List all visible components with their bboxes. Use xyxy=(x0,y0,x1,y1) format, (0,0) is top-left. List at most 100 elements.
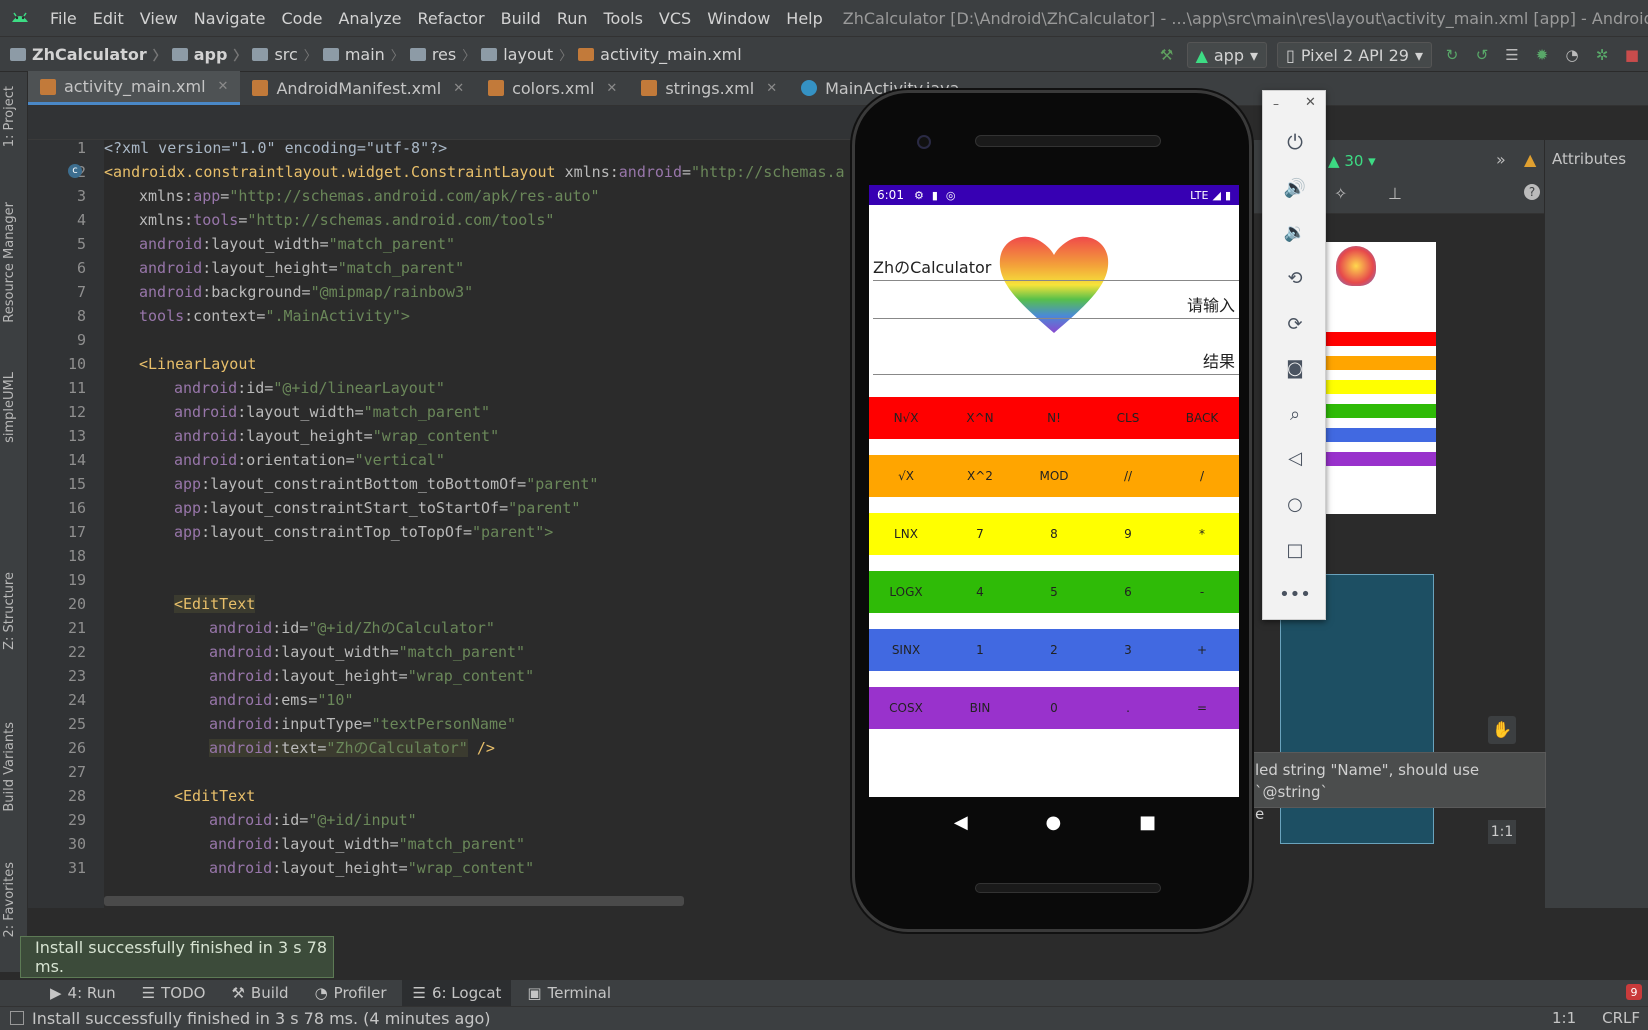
volume-up-icon[interactable]: 🔊 xyxy=(1263,173,1327,203)
calc-button[interactable]: X^N xyxy=(943,397,1017,439)
apply-changes-icon[interactable]: ↺ xyxy=(1472,45,1492,65)
recents-square-icon[interactable]: ■ xyxy=(1139,812,1156,833)
calc-button[interactable]: MOD xyxy=(1017,455,1091,497)
menu-analyze[interactable]: Analyze xyxy=(330,9,409,28)
run-config-select[interactable]: ▲ app ▾ xyxy=(1186,42,1268,68)
tab-todo[interactable]: ☰ TODO xyxy=(132,980,216,1006)
tool-windows-icon[interactable] xyxy=(10,1011,24,1025)
hammer-build-icon[interactable]: ⚒ xyxy=(1157,45,1177,65)
menu-refactor[interactable]: Refactor xyxy=(410,9,493,28)
project-tool-tab[interactable]: 1: Project xyxy=(2,86,17,147)
overview-icon[interactable]: □ xyxy=(1263,535,1327,565)
tab-terminal[interactable]: ▣ Terminal xyxy=(517,980,621,1006)
calc-button[interactable]: . xyxy=(1091,687,1165,729)
back-icon[interactable]: ◁ xyxy=(1263,443,1327,473)
calc-button[interactable]: LNX xyxy=(869,513,943,555)
calc-button[interactable]: CLS xyxy=(1091,397,1165,439)
tab-colors[interactable]: colors.xml ✕ xyxy=(476,71,629,105)
back-triangle-icon[interactable]: ◀ xyxy=(954,812,968,833)
calc-button[interactable]: BACK xyxy=(1165,397,1239,439)
calc-button[interactable]: SINX xyxy=(869,629,943,671)
home-icon[interactable]: ○ xyxy=(1263,489,1327,519)
chevron-right-double-icon[interactable]: » xyxy=(1496,150,1506,169)
event-log-badge[interactable]: 9 xyxy=(1626,984,1642,1000)
breadcrumb-layout[interactable]: layout 〉 xyxy=(481,45,578,64)
notification-balloon[interactable]: Install successfully finished in 3 s 78 … xyxy=(20,936,334,978)
home-circle-icon[interactable]: ● xyxy=(1046,812,1062,833)
device-select[interactable]: ▯ Pixel 2 API 29 ▾ xyxy=(1277,42,1432,68)
calc-button[interactable]: 2 xyxy=(1017,629,1091,671)
title-edittext[interactable]: ZhのCalculator xyxy=(873,255,1239,281)
help-icon[interactable]: ? xyxy=(1524,184,1540,200)
menu-window[interactable]: Window xyxy=(699,9,778,28)
calc-button[interactable]: 3 xyxy=(1091,629,1165,671)
calc-button[interactable]: / xyxy=(1165,455,1239,497)
tab-build[interactable]: ⚒ Build xyxy=(221,980,298,1006)
calc-button[interactable]: 6 xyxy=(1091,571,1165,613)
line-separator[interactable]: CRLF xyxy=(1602,1009,1640,1027)
caret-position[interactable]: 1:1 xyxy=(1552,1009,1576,1027)
rotate-left-icon[interactable]: ⟲ xyxy=(1263,263,1327,293)
menu-view[interactable]: View xyxy=(132,9,186,28)
magic-wand-icon[interactable]: ✧ xyxy=(1334,184,1347,203)
menu-build[interactable]: Build xyxy=(493,9,549,28)
calc-button[interactable]: 7 xyxy=(943,513,1017,555)
tab-logcat[interactable]: ☰ 6: Logcat xyxy=(402,980,512,1006)
calc-button[interactable]: 4 xyxy=(943,571,1017,613)
close-icon[interactable]: ✕ xyxy=(606,81,617,96)
calc-button[interactable]: N√X xyxy=(869,397,943,439)
menu-edit[interactable]: Edit xyxy=(85,9,132,28)
calc-button[interactable]: 0 xyxy=(1017,687,1091,729)
guidelines-icon[interactable]: ⊥ xyxy=(1388,184,1402,203)
calc-button[interactable]: BIN xyxy=(943,687,1017,729)
menu-vcs[interactable]: VCS xyxy=(651,9,699,28)
phone-screen[interactable]: 6:01 ⚙ ▮ ◎ LTE ◢ ▮ ZhのCalculator 请输入 结果 … xyxy=(869,185,1239,797)
calc-button[interactable]: 1 xyxy=(943,629,1017,671)
attach-debugger-icon[interactable]: ✲ xyxy=(1592,45,1612,65)
resource-manager-tab[interactable]: Resource Manager xyxy=(2,202,17,323)
calc-button[interactable]: √X xyxy=(869,455,943,497)
class-marker-icon[interactable]: c xyxy=(68,164,82,178)
breadcrumb-file[interactable]: activity_main.xml xyxy=(578,45,742,64)
tab-strings[interactable]: strings.xml ✕ xyxy=(629,71,789,105)
api-level-select[interactable]: ▲ 30 ▾ xyxy=(1328,152,1376,170)
build-variants-tab[interactable]: Build Variants xyxy=(2,722,17,812)
stop-icon[interactable]: ■ xyxy=(1622,45,1642,65)
calc-button[interactable]: 5 xyxy=(1017,571,1091,613)
close-icon[interactable]: ✕ xyxy=(218,79,229,94)
result-edittext[interactable]: 结果 xyxy=(873,349,1239,375)
close-icon[interactable]: ✕ xyxy=(1305,95,1316,110)
volume-down-icon[interactable]: 🔉 xyxy=(1263,217,1327,247)
close-icon[interactable]: ✕ xyxy=(453,81,464,96)
calc-button[interactable]: LOGX xyxy=(869,571,943,613)
breadcrumb-project[interactable]: ZhCalculator 〉 xyxy=(10,45,172,64)
menu-code[interactable]: Code xyxy=(274,9,331,28)
calc-button[interactable]: 8 xyxy=(1017,513,1091,555)
menu-file[interactable]: File xyxy=(42,9,85,28)
tab-profiler[interactable]: ◔ Profiler xyxy=(305,980,397,1006)
tab-run[interactable]: ▶ 4: Run xyxy=(40,980,126,1006)
breadcrumb-main[interactable]: main 〉 xyxy=(322,45,410,64)
rerun-icon[interactable]: ↻ xyxy=(1442,45,1462,65)
minimize-icon[interactable]: – xyxy=(1273,97,1279,111)
breadcrumb-app[interactable]: app 〉 xyxy=(171,45,253,64)
calc-button[interactable]: = xyxy=(1165,687,1239,729)
camera-icon[interactable]: ◙ xyxy=(1263,353,1327,383)
tab-activity-main[interactable]: activity_main.xml ✕ xyxy=(28,71,241,105)
favorites-tab[interactable]: 2: Favorites xyxy=(2,862,17,938)
calc-button[interactable]: 9 xyxy=(1091,513,1165,555)
calc-button[interactable]: X^2 xyxy=(943,455,1017,497)
debug-icon[interactable]: ✹ xyxy=(1532,45,1552,65)
power-icon[interactable]: ⏻ xyxy=(1263,127,1327,157)
more-icon[interactable]: ••• xyxy=(1263,579,1327,609)
menu-run[interactable]: Run xyxy=(549,9,596,28)
menu-tools[interactable]: Tools xyxy=(596,9,651,28)
warning-icon[interactable]: ▲ xyxy=(1524,150,1536,169)
list-icon[interactable]: ☰ xyxy=(1502,45,1522,65)
tab-android-manifest[interactable]: AndroidManifest.xml ✕ xyxy=(240,71,476,105)
input-edittext[interactable]: 请输入 xyxy=(873,293,1239,319)
zoom-icon[interactable]: ⌕ xyxy=(1263,399,1327,429)
horizontal-scrollbar[interactable] xyxy=(104,896,684,906)
pan-hand-icon[interactable]: ✋ xyxy=(1488,716,1516,744)
menu-help[interactable]: Help xyxy=(778,9,830,28)
